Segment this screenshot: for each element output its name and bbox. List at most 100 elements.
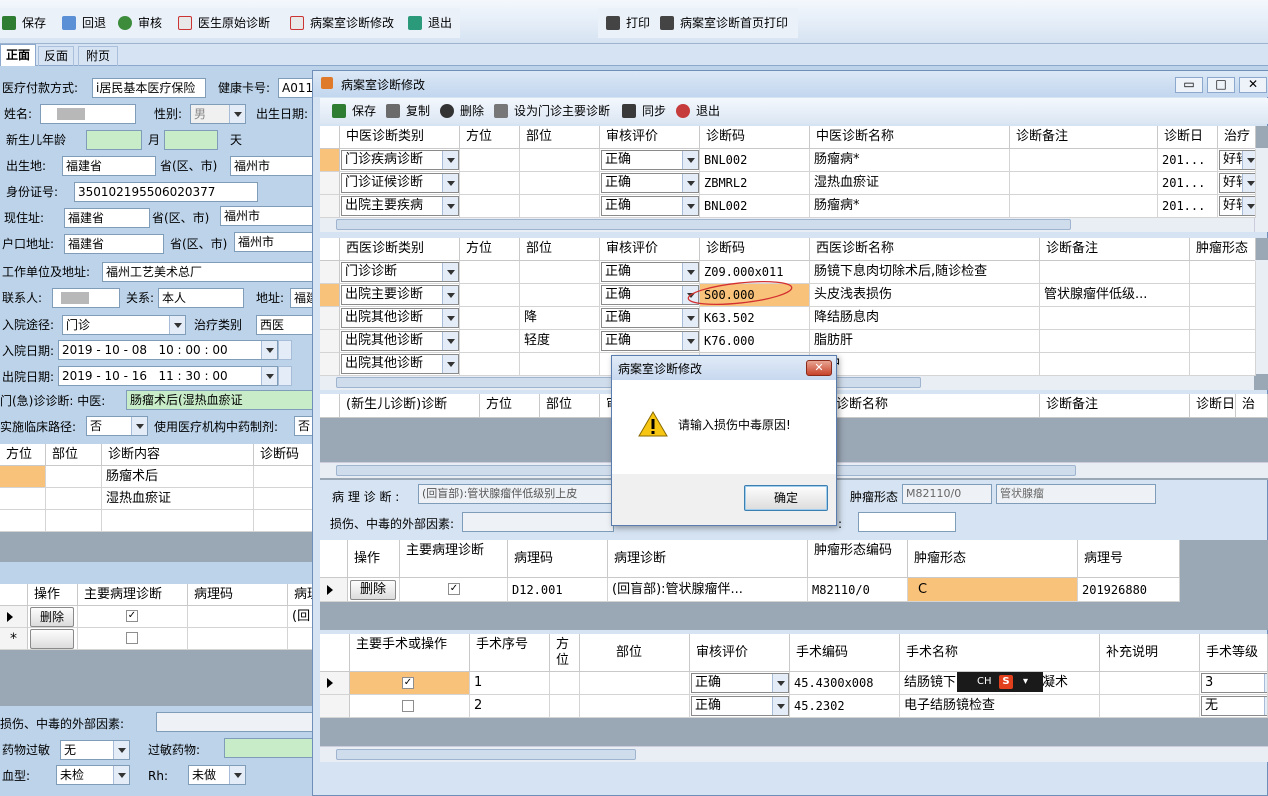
diag-note-cell[interactable]	[1040, 307, 1190, 330]
pay-select[interactable]: i居民基本医疗保险	[92, 78, 206, 98]
birthplace-province[interactable]: 福建省	[62, 156, 156, 176]
wm-vscroll[interactable]	[1254, 260, 1268, 374]
diag-date-cell[interactable]: 201...	[1158, 172, 1218, 195]
wm-category-cell[interactable]: 出院其他诊断	[340, 353, 460, 376]
row-selector[interactable]	[320, 307, 340, 330]
patho-no-cell[interactable]: 201926880	[1078, 578, 1180, 602]
sex-select[interactable]: 男	[190, 104, 246, 124]
address-city[interactable]: 福州市	[220, 206, 316, 226]
wm-category-cell[interactable]: 出院主要诊断	[340, 284, 460, 307]
delete-button[interactable]: 删除	[30, 607, 74, 627]
table-cell[interactable]	[1190, 307, 1256, 330]
delete-button[interactable]: 删除	[440, 102, 484, 120]
diag-note-cell[interactable]	[1040, 330, 1190, 353]
blood-type-select[interactable]: 未检	[56, 765, 130, 785]
tcm-category-select[interactable]: 出院主要疾病	[341, 196, 459, 216]
wm-category-select[interactable]: 出院其他诊断	[341, 331, 459, 351]
injury-input[interactable]	[156, 712, 318, 732]
table-row[interactable]	[0, 510, 46, 532]
patho-diag-cell[interactable]: (回盲部):管状腺瘤伴...	[608, 578, 808, 602]
table-cell[interactable]	[102, 510, 254, 532]
diag-note-cell[interactable]: 管状腺瘤伴低级...	[1040, 284, 1190, 307]
wm-category-cell[interactable]: 出院其他诊断	[340, 330, 460, 353]
close-button[interactable]: ✕	[1239, 77, 1267, 93]
table-cell[interactable]	[1010, 149, 1158, 172]
wm-name-cell[interactable]: 头皮浅表损伤	[810, 284, 1040, 307]
diag-code-cell[interactable]: K76.000	[700, 330, 810, 353]
main-patho-checkbox[interactable]: ✓	[126, 610, 138, 622]
wm-category-select[interactable]: 出院主要诊断	[341, 285, 459, 305]
review-cell[interactable]: 正确	[600, 307, 700, 330]
review-select[interactable]: 正确	[601, 308, 699, 328]
wm-category-cell[interactable]: 出院其他诊断	[340, 307, 460, 330]
id-input[interactable]: 350102195506020377	[74, 182, 258, 202]
review-cell[interactable]: 正确	[600, 149, 700, 172]
tumor-name-input[interactable]: 管状腺瘤	[996, 484, 1156, 504]
diag-code-cell[interactable]: ZBMRL2	[700, 172, 810, 195]
diag-date-cell[interactable]: 201...	[1158, 195, 1218, 218]
outcome-select[interactable]: 好转	[1219, 173, 1255, 193]
alert-close-button[interactable]: ✕	[806, 360, 832, 376]
tab-appendix[interactable]: 附页	[78, 46, 118, 66]
name-input[interactable]	[40, 104, 136, 124]
table-cell[interactable]	[1190, 330, 1256, 353]
exit-button[interactable]: 退出	[408, 14, 452, 32]
table-cell[interactable]	[460, 353, 520, 376]
diag-code-cell[interactable]: K63.502	[700, 307, 810, 330]
ok-button[interactable]: 确定	[744, 485, 828, 511]
tcm-category-cell[interactable]: 门诊疾病诊断	[340, 149, 460, 172]
tcm-category-cell[interactable]: 出院主要疾病	[340, 195, 460, 218]
delete-button[interactable]: 删除	[350, 580, 396, 600]
main-op-checkbox[interactable]: ✓	[402, 677, 414, 689]
table-cell[interactable]	[460, 195, 520, 218]
admit-route-select[interactable]: 门诊	[62, 315, 186, 335]
injury-cause-input[interactable]	[462, 512, 614, 532]
op-level-select[interactable]: 无	[1201, 696, 1267, 716]
table-cell[interactable]	[188, 628, 288, 650]
table-cell[interactable]	[1190, 353, 1256, 376]
clinical-path-select[interactable]: 否	[86, 416, 148, 436]
tcm-category-cell[interactable]: 门诊证候诊断	[340, 172, 460, 195]
tcm-hscroll[interactable]	[320, 216, 1254, 232]
table-cell[interactable]	[254, 488, 318, 510]
diag-code-cell[interactable]: BNL002	[700, 195, 810, 218]
op-level-cell[interactable]: 无	[1200, 695, 1268, 718]
save-button[interactable]: 保存	[2, 14, 46, 32]
wm-name-cell[interactable]: 瘤肿	[810, 353, 1040, 376]
row-selector[interactable]	[320, 330, 340, 353]
minimize-button[interactable]: ▭	[1175, 77, 1203, 93]
table-cell[interactable]	[46, 466, 102, 488]
birthplace-city[interactable]: 福州市	[230, 156, 316, 176]
tcm-vscroll[interactable]	[1254, 148, 1268, 232]
copy-button[interactable]: 复制	[386, 102, 430, 120]
row-selector[interactable]	[320, 149, 340, 172]
table-cell[interactable]	[1010, 172, 1158, 195]
table-row[interactable]	[0, 466, 46, 488]
table-cell[interactable]	[520, 195, 600, 218]
review-select[interactable]: 正确	[601, 196, 699, 216]
op-name-cell[interactable]: 电子结肠镜检查	[900, 695, 1100, 718]
main-op-cell[interactable]	[350, 695, 470, 718]
ward-diagnosis-edit-button[interactable]: 病案室诊断修改	[290, 14, 394, 32]
newborn-day-input[interactable]	[164, 130, 218, 150]
ime-toolbar[interactable]: CH S ▾	[957, 672, 1043, 692]
row-selector[interactable]	[320, 672, 350, 695]
review-button[interactable]: 审核	[118, 14, 162, 32]
op-seq-cell[interactable]: 1	[470, 672, 550, 695]
address-province[interactable]: 福建省	[64, 208, 150, 228]
review-select[interactable]: 正确	[601, 173, 699, 193]
row-selector[interactable]	[320, 284, 340, 307]
table-cell[interactable]	[1010, 195, 1158, 218]
work-input[interactable]: 福州工艺美术总厂	[102, 262, 318, 282]
review-select[interactable]: 正确	[601, 150, 699, 170]
tcm-category-select[interactable]: 门诊疾病诊断	[341, 150, 459, 170]
discharge-date-spinner[interactable]	[278, 366, 292, 386]
review-cell[interactable]: 正确	[690, 672, 790, 695]
op-code-cell[interactable]: 45.4300x008	[790, 672, 900, 695]
rh-select[interactable]: 未做	[188, 765, 246, 785]
table-cell[interactable]	[1100, 672, 1200, 695]
outcome-cell[interactable]: 好转	[1218, 172, 1256, 195]
main-op-cell[interactable]: ✓	[350, 672, 470, 695]
review-select[interactable]: 正确	[691, 696, 789, 716]
treat-type-select[interactable]: 西医	[256, 315, 318, 335]
